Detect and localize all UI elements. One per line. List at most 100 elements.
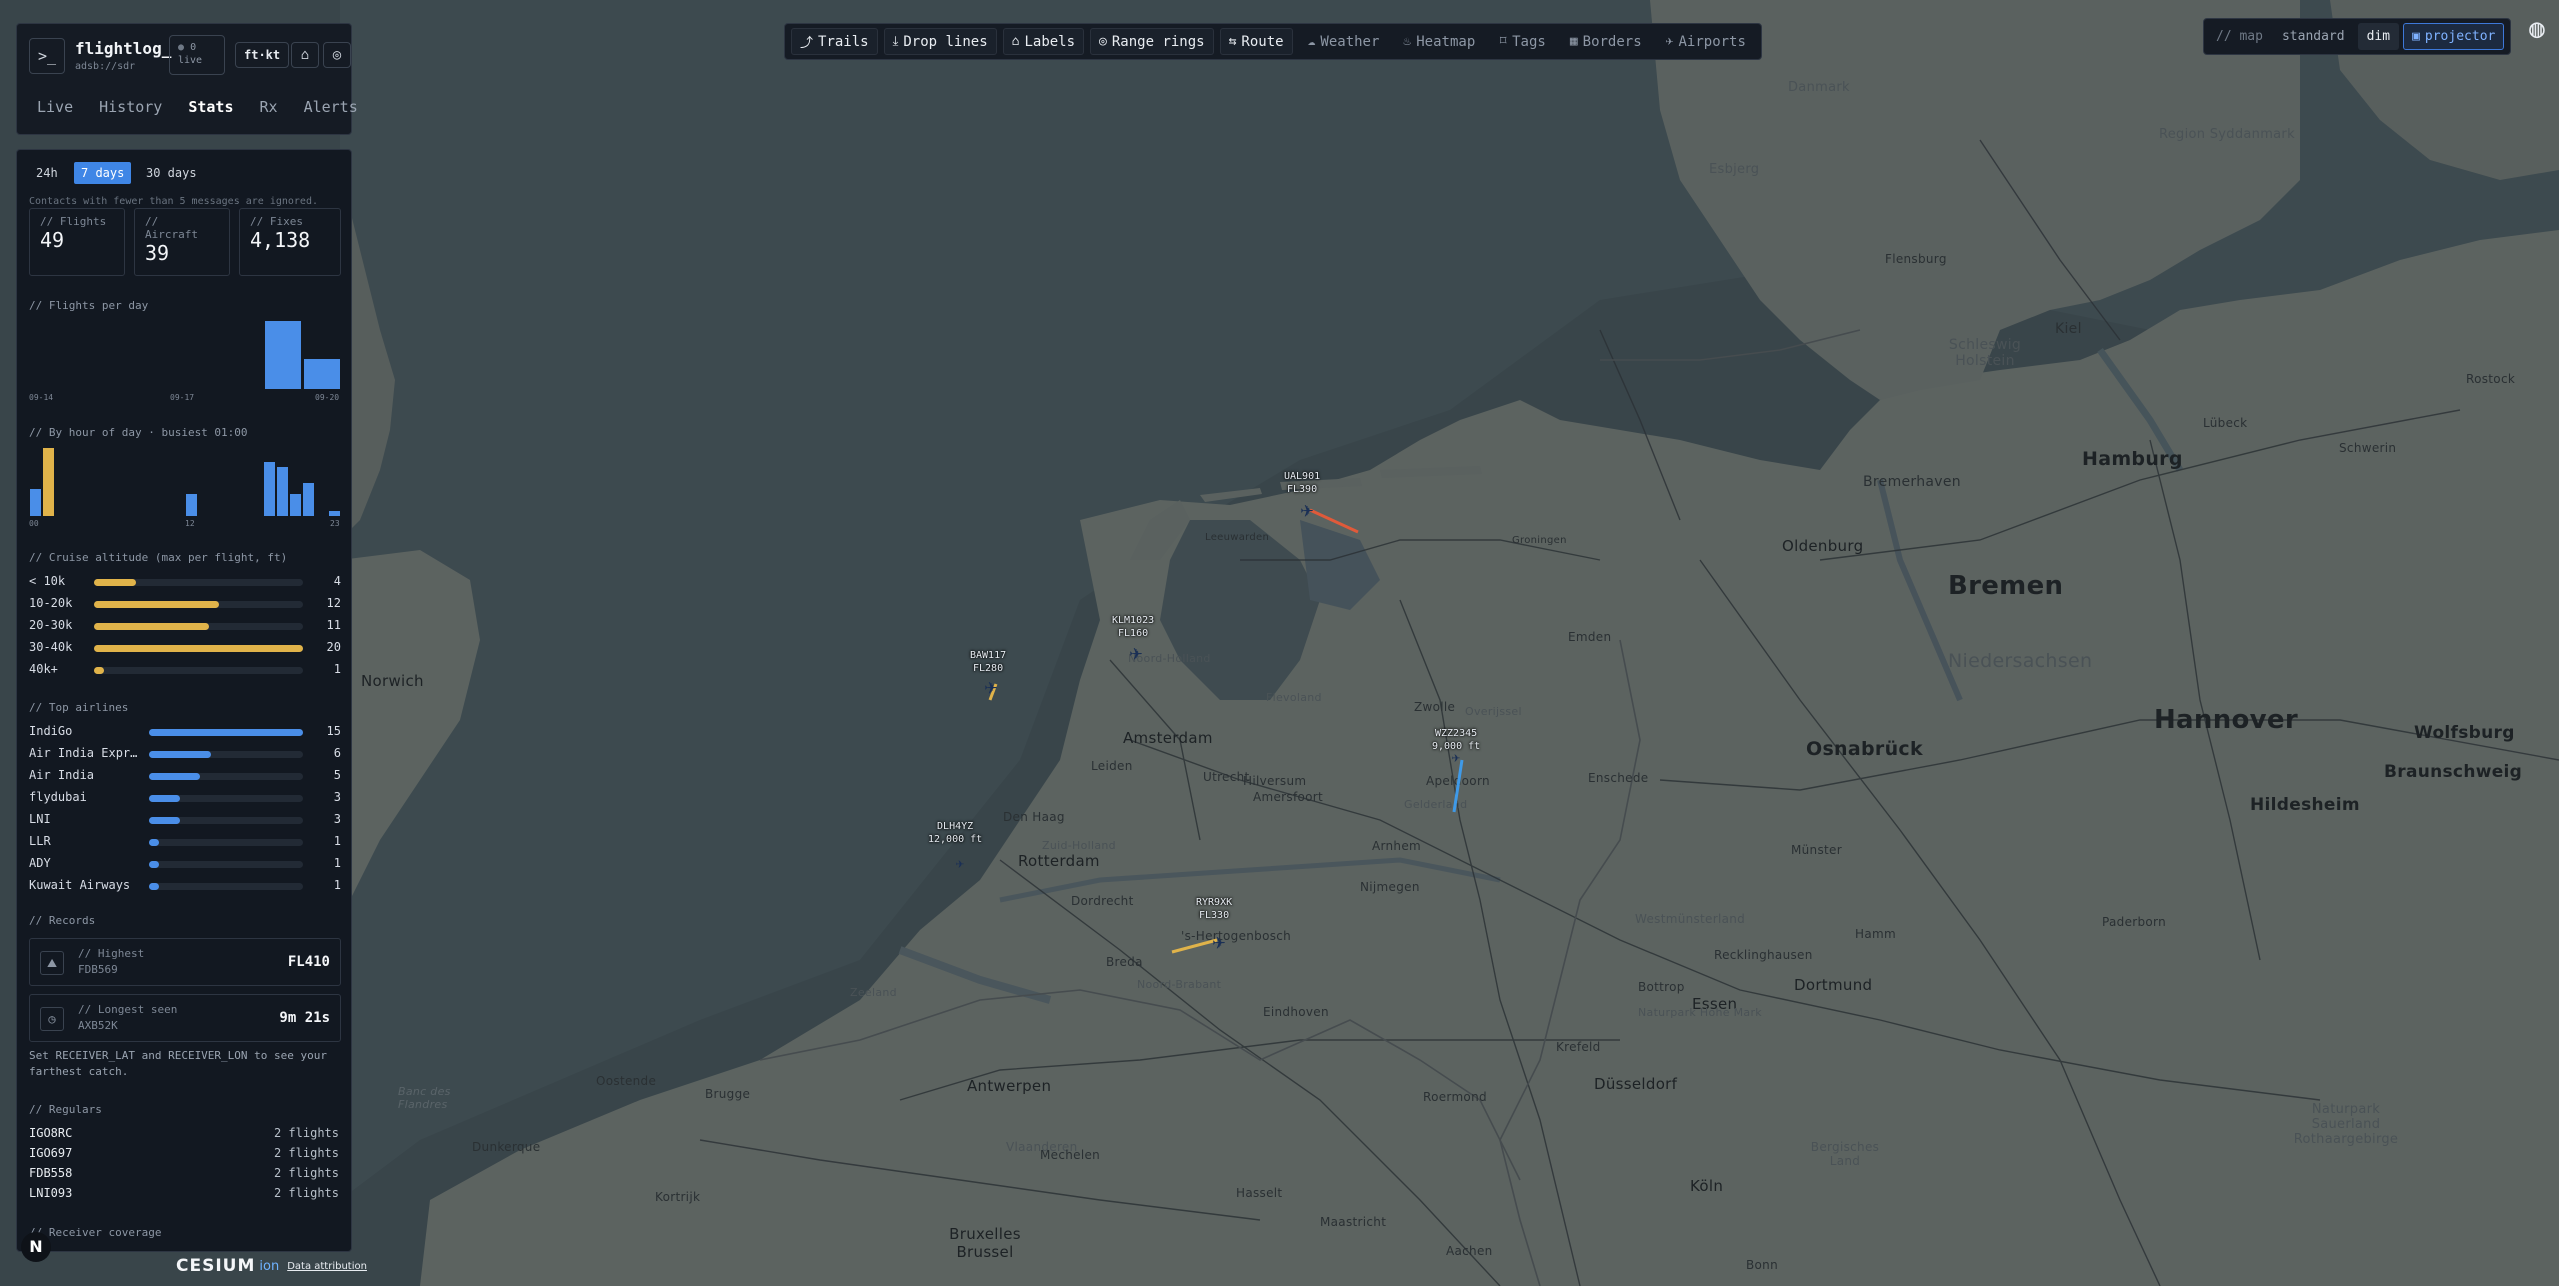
hour-tick: 12: [185, 519, 195, 528]
north-compass-button[interactable]: N: [21, 1232, 51, 1262]
cloud-icon: ☁: [1307, 34, 1316, 49]
airline-count: 1: [333, 878, 341, 892]
by-hour-bar: [264, 461, 275, 516]
mountain-icon: ⛰: [40, 951, 64, 975]
aircraft-trails: [988, 508, 1464, 954]
fpd-tick: 09-17: [170, 393, 195, 402]
airline-label: flydubai: [29, 790, 87, 804]
aircraft-icon[interactable]: ✈: [949, 853, 971, 875]
airline-label: ADY: [29, 856, 51, 870]
trail-icon: ⤴: [800, 36, 814, 51]
aircraft-label[interactable]: BAW117 FL280: [970, 649, 1006, 675]
aircraft-icon[interactable]: ✈: [980, 677, 1002, 699]
tab-alerts[interactable]: Alerts: [292, 94, 370, 120]
style-dim[interactable]: dim: [2357, 23, 2400, 50]
map-icon: ▦: [1569, 34, 1578, 49]
range-rings-icon: ◎: [1099, 34, 1107, 49]
main-tabs: Live History Stats Rx Alerts: [25, 94, 370, 120]
aircraft-label[interactable]: KLM1023 FL160: [1112, 614, 1154, 640]
aircraft-icon[interactable]: ✈: [1296, 500, 1318, 522]
style-projector[interactable]: ▣ projector: [2403, 23, 2505, 50]
stats-panel[interactable]: 24h 7 days 30 days Contacts with fewer t…: [16, 149, 352, 1252]
aircraft-label[interactable]: DLH4YZ 12,000 ft: [928, 820, 982, 846]
airline-label: LNI: [29, 812, 51, 826]
airline-bar: [149, 839, 160, 846]
airline-track: [149, 883, 303, 890]
regular-callsign: LNI093: [29, 1186, 73, 1200]
record-longest-seen: ◷ // Longest seen AXB52K 9m 21s: [29, 994, 341, 1042]
tab-history[interactable]: History: [87, 94, 174, 120]
airline-count: 6: [333, 746, 341, 760]
live-counter: ● 0 live: [169, 35, 225, 75]
airline-bar: [149, 729, 303, 736]
tab-rx[interactable]: Rx: [248, 94, 290, 120]
regular-callsign: IGO8RC: [29, 1126, 73, 1140]
cesium-credit: CESIUM ion Data attribution: [176, 1256, 367, 1276]
airline-bar: [149, 861, 160, 868]
toggle-trails[interactable]: ⤴ Trails: [791, 28, 878, 55]
clock-icon: ◷: [40, 1007, 64, 1031]
airline-bar: [149, 795, 180, 802]
aircraft-label[interactable]: UAL901 FL390: [1284, 470, 1320, 496]
app-source: adsb://sdr: [75, 61, 136, 72]
by-hour-bar: [303, 483, 314, 516]
by-hour-bar: [329, 510, 340, 516]
airline-bar: [149, 751, 211, 758]
toggle-heatmap[interactable]: ♨ Heatmap: [1394, 28, 1484, 55]
receiver-hint: Set RECEIVER_LAT and RECEIVER_LON to see…: [29, 1049, 328, 1078]
crosshair-icon[interactable]: ◎: [323, 42, 351, 68]
cruise-count: 12: [326, 596, 341, 610]
terminal-icon[interactable]: >_: [29, 38, 65, 74]
by-hour-bar: [43, 448, 54, 516]
aircraft-icon[interactable]: ✈: [1450, 751, 1462, 765]
drop-lines-icon: ⤓: [892, 34, 899, 49]
radio-icon[interactable]: ⌂: [291, 42, 319, 68]
tab-stats[interactable]: Stats: [176, 94, 245, 120]
cruise-bar: [94, 601, 220, 608]
units-button[interactable]: ft·kt: [235, 42, 290, 68]
cruise-label: 30-40k: [29, 640, 73, 654]
filter-note: Contacts with fewer than 5 messages are …: [29, 196, 318, 207]
airline-count: 3: [333, 812, 341, 826]
cruise-label: < 10k: [29, 574, 66, 588]
by-hour-bar: [277, 467, 288, 516]
section-records: // Records: [29, 914, 96, 927]
cruise-count: 20: [326, 640, 341, 654]
style-standard[interactable]: standard: [2273, 23, 2354, 50]
range-7-days[interactable]: 7 days: [74, 162, 132, 184]
aircraft-icon[interactable]: ✈: [1125, 643, 1147, 665]
airline-track: [149, 839, 303, 846]
tab-live[interactable]: Live: [25, 94, 85, 120]
flights-per-day-bar: [304, 359, 340, 389]
toggle-borders[interactable]: ▦ Borders: [1561, 28, 1651, 55]
layer-toolbar: ⤴ Trails ⤓ Drop lines ⌂ Labels ◎ Range rings…: [784, 23, 1762, 60]
airline-label: LLR: [29, 834, 51, 848]
cruise-bar: [94, 667, 105, 674]
data-attribution-link[interactable]: Data attribution: [287, 1261, 367, 1272]
range-24h[interactable]: 24h: [29, 162, 65, 184]
toggle-drop-lines[interactable]: ⤓ Drop lines: [883, 28, 997, 55]
regular-callsign: IGO697: [29, 1146, 73, 1160]
regular-count: 2 flights: [273, 1126, 339, 1140]
aircraft-label[interactable]: RYR9XK FL330: [1196, 896, 1232, 922]
toggle-weather[interactable]: ☁ Weather: [1299, 28, 1389, 55]
aircraft-icon[interactable]: ✈: [1208, 932, 1230, 954]
toggle-airports[interactable]: ✈ Airports: [1657, 28, 1755, 55]
cruise-bar: [94, 645, 303, 652]
toggle-route[interactable]: ⇆ Route: [1219, 28, 1293, 55]
cruise-count: 1: [333, 662, 341, 676]
regular-callsign: FDB558: [29, 1166, 73, 1180]
toggle-labels[interactable]: ⌂ Labels: [1002, 28, 1085, 55]
airline-bar: [149, 773, 201, 780]
by-hour-bar: [290, 494, 301, 516]
hour-tick: 23: [330, 519, 340, 528]
globe-icon[interactable]: ◍: [2522, 14, 2552, 44]
toggle-range-rings[interactable]: ◎ Range rings: [1090, 28, 1214, 55]
range-30-days[interactable]: 30 days: [139, 162, 204, 184]
projector-icon: ▣: [2412, 29, 2420, 44]
kpi-fixes: // Fixes 4,138: [239, 208, 341, 276]
airline-count: 15: [326, 724, 341, 738]
cruise-track: [94, 667, 303, 674]
airline-bar: [149, 817, 180, 824]
toggle-tags[interactable]: ⌑ Tags: [1490, 28, 1555, 55]
